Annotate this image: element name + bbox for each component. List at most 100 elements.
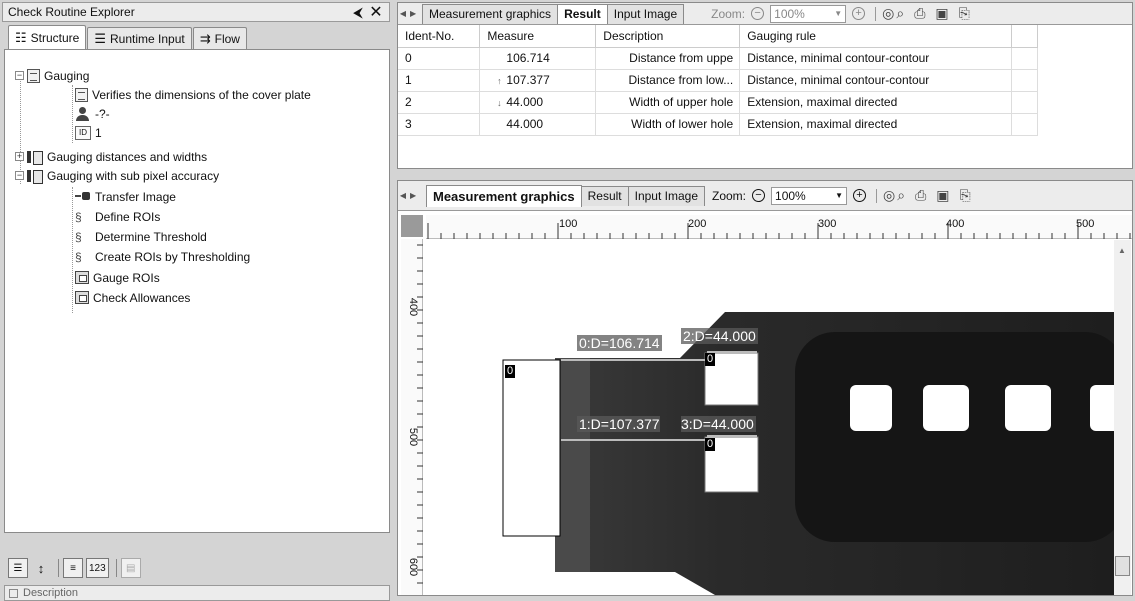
property-pages-icon[interactable]: ▤: [120, 558, 141, 578]
tab-scroll-icon[interactable]: ◀▶: [398, 191, 422, 200]
zoom-fit-icon[interactable]: ◎: [882, 5, 894, 22]
tab-measurement-graphics[interactable]: Measurement graphics: [422, 3, 559, 24]
description-label: Description: [23, 587, 79, 599]
pin-icon[interactable]: ⮜: [349, 4, 367, 21]
tab-runtime-input[interactable]: ☰ Runtime Input: [87, 27, 192, 49]
cell-rule: Distance, minimal contour-contour: [739, 47, 1013, 70]
tab-input-image[interactable]: Input Image: [627, 185, 705, 206]
zoom-in-icon[interactable]: +: [853, 189, 867, 202]
tree-item-define-rois[interactable]: § Define ROIs: [75, 207, 160, 226]
table-row[interactable]: 0 106.714 Distance from uppe Distance, m…: [398, 47, 1038, 70]
measurement-label-0[interactable]: 0:D=106.714: [577, 335, 662, 351]
cell-id: 0: [398, 47, 481, 70]
zoom-control: Zoom: − 100% ▼ + ◎ ⌕ ⎙ ▣ ⎘: [712, 186, 971, 205]
save-icon[interactable]: ▣: [935, 5, 948, 22]
part-image: [502, 312, 1114, 595]
slot: [850, 385, 892, 431]
numbered-view-icon[interactable]: 123: [86, 558, 109, 578]
save-icon[interactable]: ▣: [936, 187, 949, 204]
ruler-label: 400: [407, 297, 420, 317]
zoom-select[interactable]: 100% ▼: [771, 186, 848, 205]
measurement-label-3[interactable]: 3:D=44.000: [681, 416, 756, 432]
cell-filler: [1011, 91, 1038, 114]
roi-label: 0: [505, 365, 516, 378]
print-icon[interactable]: ⎙: [914, 5, 925, 22]
print-icon[interactable]: ⎙: [915, 187, 926, 204]
tree-item-gauging[interactable]: − Gauging: [15, 66, 89, 85]
measurement-label-1[interactable]: 1:D=107.377: [577, 416, 660, 432]
tab-structure[interactable]: ☷ Structure: [8, 25, 87, 49]
tree-item-label: Gauging distances and widths: [47, 149, 208, 164]
tree-item-create-rois[interactable]: § Create ROIs by Thresholding: [75, 247, 250, 266]
column-header[interactable]: Measure: [479, 25, 597, 48]
cell-rule: Extension, maximal directed: [739, 91, 1013, 114]
gauge-icon: [75, 291, 89, 304]
description-section[interactable]: Description: [4, 585, 390, 601]
tree-item-gauging-subpixel[interactable]: − Gauging with sub pixel accuracy: [15, 166, 219, 185]
cell-description: Width of lower hole: [595, 113, 741, 136]
magnifier-icon[interactable]: ⌕: [896, 5, 904, 22]
expand-icon[interactable]: +: [15, 152, 24, 161]
tab-scroll-icon[interactable]: ◀▶: [398, 9, 422, 18]
tree-item-description[interactable]: Verifies the dimensions of the cover pla…: [75, 85, 311, 104]
table-row[interactable]: 3 44.000 Width of lower hole Extension, …: [398, 113, 1038, 136]
copy-icon[interactable]: ⎘: [960, 187, 971, 204]
vertical-ruler-ticks: [417, 244, 423, 584]
table-header-row: Ident-No. Measure Description Gauging ru…: [398, 25, 1038, 48]
sort-az-icon[interactable]: ↕: [31, 558, 51, 578]
tab-measurement-graphics[interactable]: Measurement graphics: [426, 184, 582, 207]
column-header[interactable]: Description: [595, 25, 741, 48]
id-icon: ID: [75, 125, 91, 140]
tree-item-label: Determine Threshold: [95, 229, 207, 244]
tree-item-label: 1: [95, 125, 102, 140]
tab-structure-label: Structure: [30, 30, 80, 45]
tab-input-image[interactable]: Input Image: [606, 3, 685, 24]
toolbar-separator: [876, 188, 878, 203]
tree-item-determine-threshold[interactable]: § Determine Threshold: [75, 227, 207, 246]
trend-up-icon: ↑: [497, 76, 502, 86]
tab-result[interactable]: Result: [557, 3, 608, 24]
list-view-icon[interactable]: ≡: [63, 558, 83, 578]
magnifier-icon[interactable]: ⌕: [897, 187, 905, 204]
slot: [1005, 385, 1051, 431]
zoom-out-icon[interactable]: −: [752, 189, 766, 202]
scrollbar-thumb[interactable]: [1115, 556, 1130, 576]
measure-value: 106.714: [506, 51, 550, 65]
table-row[interactable]: 1 ↑ 107.377 Distance from low... Distance…: [398, 69, 1038, 92]
scroll-up-icon[interactable]: ▲: [1118, 246, 1126, 255]
ruler-label: 500: [407, 427, 420, 447]
measurement-label-2[interactable]: 2:D=44.000: [681, 328, 758, 344]
zoom-out-icon[interactable]: −: [751, 7, 765, 20]
vertical-scrollbar[interactable]: ▲: [1114, 240, 1131, 595]
tree-item-author[interactable]: -?-: [75, 104, 110, 123]
collapse-icon[interactable]: −: [15, 71, 24, 80]
tree-item-gauge-rois[interactable]: Gauge ROIs: [75, 268, 160, 287]
cell-measure: ↓ 44.000: [479, 91, 597, 114]
table-row[interactable]: 2 ↓ 44.000 Width of upper hole Extension,…: [398, 91, 1038, 114]
tree-item-check-allowances[interactable]: Check Allowances: [75, 288, 190, 307]
close-icon[interactable]: ✕: [367, 2, 385, 22]
column-header[interactable]: Gauging rule: [739, 25, 1013, 48]
collapse-icon[interactable]: [9, 588, 18, 598]
tree-line: [72, 85, 73, 143]
horizontal-ruler[interactable]: 100 200 300 400 500: [426, 215, 1132, 239]
copy-icon[interactable]: ⎘: [959, 5, 970, 22]
vertical-ruler[interactable]: 400 500 600: [401, 239, 423, 595]
cell-filler: [1011, 113, 1038, 136]
zoom-select[interactable]: 100% ▼: [770, 4, 847, 23]
tree-item-transfer-image[interactable]: Transfer Image: [75, 187, 176, 206]
horizontal-ruler-ticks: [427, 223, 1131, 239]
column-header[interactable]: Ident-No.: [398, 25, 481, 48]
measurement-canvas[interactable]: 0:D=106.714 2:D=44.000 1:D=107.377 3:D=4…: [425, 240, 1114, 595]
zoom-fit-icon[interactable]: ◎: [883, 187, 895, 204]
tree-item-gauging-distances[interactable]: + Gauging distances and widths: [15, 147, 207, 166]
ruler-label: 200: [688, 218, 707, 230]
zoom-in-icon[interactable]: +: [852, 7, 866, 20]
tab-flow[interactable]: ⇉ Flow: [192, 27, 247, 49]
tab-result[interactable]: Result: [580, 185, 629, 206]
ruler-label: 100: [559, 218, 578, 230]
categorized-view-icon[interactable]: ☰: [8, 558, 28, 578]
result-tabstrip: ◀▶ Measurement graphics Result Input Ima…: [398, 3, 1132, 25]
tree-item-id[interactable]: ID 1: [75, 123, 102, 142]
collapse-icon[interactable]: −: [15, 171, 24, 180]
